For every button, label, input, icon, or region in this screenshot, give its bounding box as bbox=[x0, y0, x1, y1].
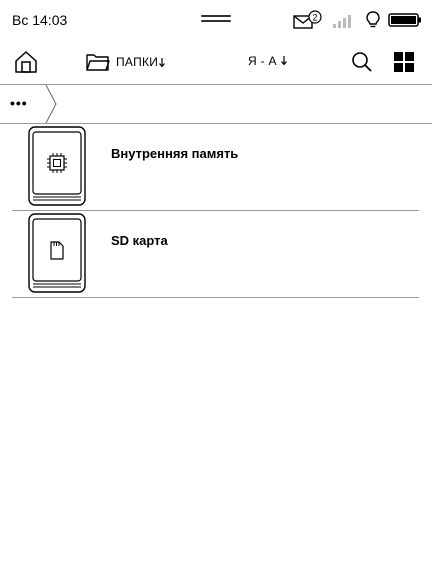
arrow-down-icon bbox=[159, 58, 166, 68]
search-button[interactable] bbox=[351, 51, 373, 73]
home-button[interactable] bbox=[14, 50, 38, 74]
storage-list: Внутренняя память SD карта bbox=[12, 124, 419, 298]
chevron-right-icon bbox=[45, 85, 57, 123]
device-thumbnail bbox=[28, 213, 86, 293]
battery-icon bbox=[388, 13, 422, 27]
breadcrumb-more-button[interactable]: ••• bbox=[10, 95, 34, 111]
list-item-sd-card[interactable]: SD карта bbox=[12, 211, 419, 298]
list-item-label: SD карта bbox=[111, 233, 168, 248]
toolbar: ПАПКИ Я - А bbox=[0, 40, 432, 85]
arrow-down-icon bbox=[281, 56, 288, 66]
frontlight-icon[interactable] bbox=[366, 11, 380, 29]
envelope-icon: 2 bbox=[293, 10, 322, 29]
sort-button[interactable]: Я - А bbox=[248, 54, 288, 68]
folder-icon bbox=[86, 54, 110, 71]
device-thumbnail bbox=[28, 126, 86, 206]
grid-view-icon bbox=[394, 52, 414, 72]
folders-label: ПАПКИ bbox=[116, 55, 159, 69]
signal-icon bbox=[332, 12, 356, 28]
list-item-internal-memory[interactable]: Внутренняя память bbox=[12, 124, 419, 211]
breadcrumb: ••• bbox=[0, 85, 432, 124]
status-bar: Вс 14:03 2 bbox=[0, 0, 432, 40]
search-icon bbox=[352, 52, 372, 72]
list-item-label: Внутренняя память bbox=[111, 146, 239, 161]
mail-count-badge: 2 bbox=[312, 13, 317, 23]
notification-pull-handle[interactable] bbox=[201, 15, 231, 25]
view-mode-button[interactable] bbox=[393, 51, 415, 73]
clock: Вс 14:03 bbox=[12, 12, 68, 28]
home-icon bbox=[15, 51, 37, 73]
sort-label: Я - А bbox=[248, 54, 277, 68]
mail-notification[interactable]: 2 bbox=[293, 10, 323, 30]
folders-menu-button[interactable]: ПАПКИ bbox=[86, 51, 172, 73]
